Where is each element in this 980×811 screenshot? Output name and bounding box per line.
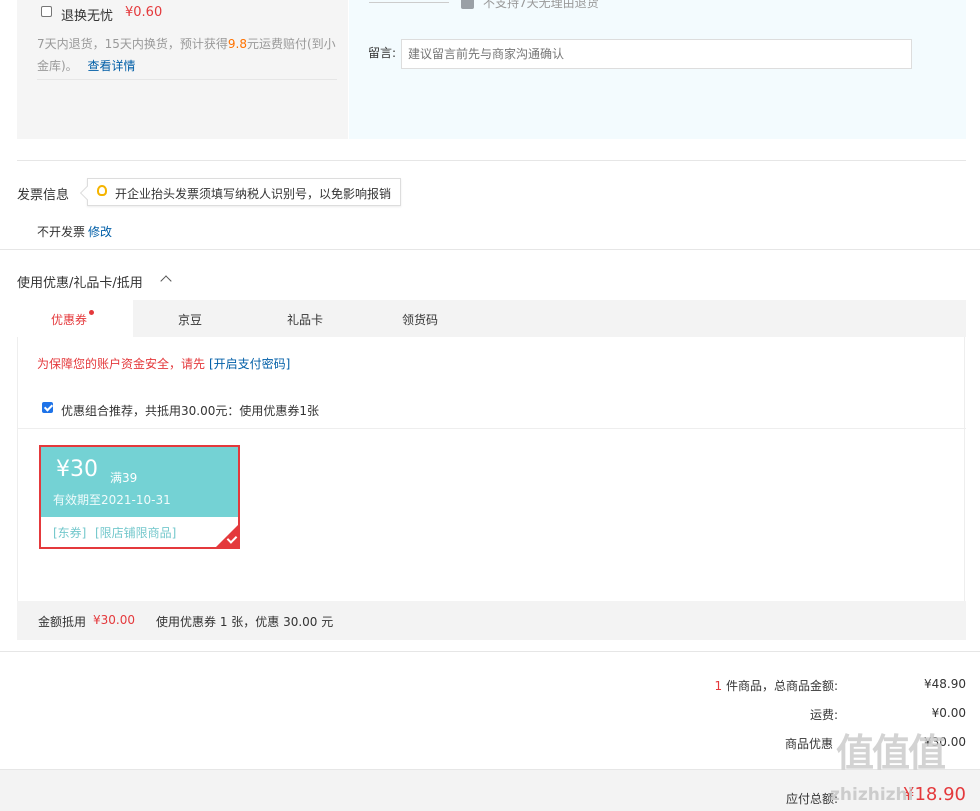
divider	[17, 428, 966, 429]
coupon-card[interactable]: ¥30 满39 有效期至2021-10-31 [东券] [限店铺限商品]	[39, 445, 240, 549]
service-panel: 退换无忧 ¥0.60 7天内退货，15天内换货，预计获得9.8元运费赔付(到小 …	[17, 0, 348, 139]
enable-pay-password-link[interactable]: [开启支付密码]	[209, 355, 290, 372]
items-total-label: 1 件商品，总商品金额:	[714, 679, 838, 693]
tab-jingdou[interactable]: 京豆	[178, 311, 202, 328]
coupon-expiry: 有效期至2021-10-31	[53, 493, 171, 507]
summary-detail: 使用优惠券 1 张，优惠 30.00 元	[156, 615, 334, 629]
tab-pickup-code[interactable]: 领货码	[402, 311, 438, 328]
discount-summary: 金额抵用 ¥30.00 使用优惠券 1 张，优惠 30.00 元	[17, 601, 966, 640]
message-input[interactable]	[401, 39, 912, 69]
section-divider	[0, 249, 980, 250]
invoice-tip-text: 开企业抬头发票须填写纳税人识别号，以免影响报销	[115, 187, 392, 201]
lightbulb-icon	[97, 185, 107, 196]
section-divider	[17, 160, 966, 161]
field-bottom-edge	[369, 0, 449, 3]
discount-title[interactable]: 使用优惠/礼品卡/抵用	[17, 272, 143, 291]
summary-label: 金额抵用	[38, 615, 87, 629]
tab-coupons-label[interactable]: 优惠券	[51, 311, 87, 328]
combo-label: 优惠组合推荐，共抵用30.00元：使用优惠券1张	[61, 404, 319, 418]
invoice-status: 不开发票	[37, 225, 86, 239]
return-service-price: ¥0.60	[125, 5, 163, 20]
coupon-header: ¥30 满39 有效期至2021-10-31	[41, 447, 238, 517]
message-label: 留言:	[368, 46, 397, 60]
security-notice: 为保障您的账户资金安全，请先	[37, 357, 206, 371]
coupon-condition: 满39	[110, 471, 138, 485]
coupon-tag-restriction: [限店铺限商品]	[95, 526, 177, 540]
return-policy-text: 不支持7天无理由退货	[483, 0, 599, 10]
combo-checkbox[interactable]	[42, 402, 53, 413]
shipping-amount: ¥0.00	[931, 706, 966, 720]
items-total-amount: ¥48.90	[924, 677, 966, 691]
watermark-site: zhizhizhi	[830, 785, 914, 805]
chevron-up-icon[interactable]	[160, 275, 172, 287]
message-panel: 不支持7天无理由退货 留言:	[349, 0, 966, 139]
coupon-tag-dongquan: [东券]	[53, 526, 87, 540]
invoice-tip: 开企业抬头发票须填写纳税人识别号，以免影响报销	[87, 178, 401, 206]
discount-label: 商品优惠	[784, 737, 833, 751]
new-dot-icon	[89, 310, 94, 315]
invoice-title: 发票信息	[17, 188, 70, 203]
return-service-checkbox[interactable]	[41, 6, 52, 17]
return-service-label: 退换无忧	[61, 9, 114, 24]
shipping-label: 运费:	[809, 708, 838, 722]
discount-tabs	[17, 300, 966, 337]
view-details-link[interactable]: 查看详情	[88, 59, 136, 73]
divider	[37, 79, 337, 80]
payable-label: 应付总额:	[785, 792, 838, 806]
summary-amount: ¥30.00	[93, 613, 135, 627]
watermark-logo: 值值值	[836, 731, 946, 775]
item-count: 1	[714, 679, 723, 693]
coupon-amount: ¥30	[56, 457, 98, 482]
no-return-icon	[461, 0, 474, 9]
return-service-desc: 7天内退货，15天内换货，预计获得9.8元运费赔付(到小 金库)。 查看详情	[37, 37, 336, 73]
invoice-modify-link[interactable]: 修改	[88, 223, 112, 240]
tab-gift-card[interactable]: 礼品卡	[287, 311, 323, 328]
section-divider	[0, 651, 980, 652]
